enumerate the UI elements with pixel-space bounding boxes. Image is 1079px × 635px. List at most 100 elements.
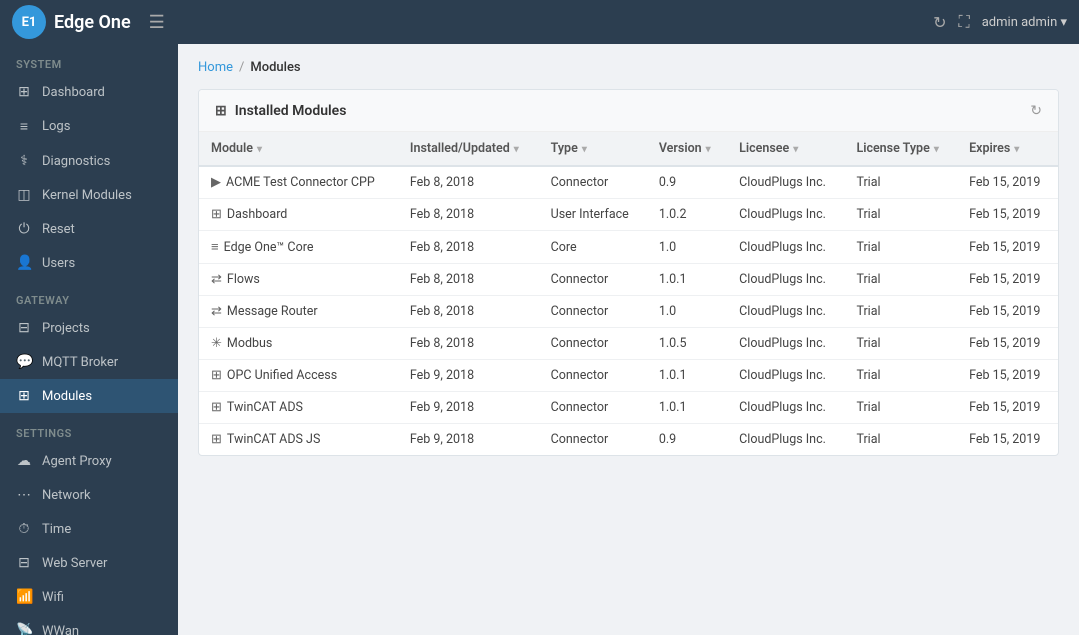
refresh-icon[interactable]: ↻ [933, 13, 946, 32]
cell-installed-7: Feb 9, 2018 [398, 392, 539, 424]
kernel-modules-icon: ◫ [16, 187, 32, 203]
cell-licensee-2: CloudPlugs Inc. [727, 231, 844, 264]
panel-title-icon: ⊞ [215, 103, 227, 119]
sidebar-item-dashboard[interactable]: ⊞ Dashboard [0, 75, 178, 109]
sidebar-label-web-server: Web Server [42, 556, 107, 571]
cell-type-2: Core [539, 231, 647, 264]
cell-type-0: Connector [539, 166, 647, 199]
modules-panel: ⊞ Installed Modules ↻ Module▾ Installed/… [198, 89, 1059, 456]
sidebar-item-wifi[interactable]: 📶 Wifi [0, 580, 178, 614]
sidebar-label-modules: Modules [42, 389, 92, 404]
cell-license-type-7: Trial [844, 392, 957, 424]
main-layout: SYSTEM ⊞ Dashboard ≡ Logs ⚕ Diagnostics … [0, 44, 1079, 635]
col-type[interactable]: Type▾ [539, 132, 647, 166]
cell-licensee-4: CloudPlugs Inc. [727, 296, 844, 328]
col-expires[interactable]: Expires▾ [957, 132, 1058, 166]
cell-version-7: 1.0.1 [647, 392, 727, 424]
cell-license-type-2: Trial [844, 231, 957, 264]
cell-expires-3: Feb 15, 2019 [957, 264, 1058, 296]
cell-installed-2: Feb 8, 2018 [398, 231, 539, 264]
cell-license-type-5: Trial [844, 328, 957, 360]
gateway-section-label: GATEWAY [0, 280, 178, 311]
panel-header: ⊞ Installed Modules ↻ [199, 90, 1058, 132]
sidebar-item-agent-proxy[interactable]: ☁ Agent Proxy [0, 444, 178, 478]
sidebar-label-projects: Projects [42, 321, 90, 336]
fullscreen-icon[interactable]: ⛶ [959, 12, 970, 32]
sidebar-item-diagnostics[interactable]: ⚕ Diagnostics [0, 144, 178, 178]
logs-icon: ≡ [16, 118, 32, 135]
logo: E1 Edge One [12, 5, 131, 39]
row-icon-0: ▶ [211, 175, 221, 190]
sidebar-item-projects[interactable]: ⊟ Projects [0, 311, 178, 345]
cell-module-3: ⇄Flows [199, 264, 398, 296]
sidebar-item-web-server[interactable]: ⊟ Web Server [0, 546, 178, 580]
sidebar-item-users[interactable]: 👤 Users [0, 246, 178, 280]
col-version[interactable]: Version▾ [647, 132, 727, 166]
cell-expires-7: Feb 15, 2019 [957, 392, 1058, 424]
cell-type-5: Connector [539, 328, 647, 360]
table-row: ⇄Flows Feb 8, 2018 Connector 1.0.1 Cloud… [199, 264, 1058, 296]
row-icon-5: ✳ [211, 336, 222, 351]
cell-type-3: Connector [539, 264, 647, 296]
modules-icon: ⊞ [16, 388, 32, 404]
cell-licensee-0: CloudPlugs Inc. [727, 166, 844, 199]
time-icon: ⏱ [16, 521, 32, 537]
sidebar-item-logs[interactable]: ≡ Logs [0, 109, 178, 144]
cell-module-2: ≡Edge One™ Core [199, 231, 398, 264]
sidebar-label-mqtt: MQTT Broker [42, 355, 118, 370]
breadcrumb-separator: / [239, 60, 244, 75]
breadcrumb-home[interactable]: Home [198, 60, 233, 75]
cell-version-3: 1.0.1 [647, 264, 727, 296]
sidebar-label-users: Users [42, 256, 75, 271]
cell-license-type-8: Trial [844, 424, 957, 456]
cell-license-type-0: Trial [844, 166, 957, 199]
topbar: E1 Edge One ☰ ↻ ⛶ admin admin ▾ [0, 0, 1079, 44]
sidebar-item-kernel-modules[interactable]: ◫ Kernel Modules [0, 178, 178, 212]
table-row: ⇄Message Router Feb 8, 2018 Connector 1.… [199, 296, 1058, 328]
admin-menu[interactable]: admin admin ▾ [982, 15, 1067, 30]
cell-expires-6: Feb 15, 2019 [957, 360, 1058, 392]
reset-icon: ⏻ [16, 221, 32, 237]
web-server-icon: ⊟ [16, 555, 32, 571]
cell-licensee-6: CloudPlugs Inc. [727, 360, 844, 392]
col-installed[interactable]: Installed/Updated▾ [398, 132, 539, 166]
cell-expires-4: Feb 15, 2019 [957, 296, 1058, 328]
cell-version-5: 1.0.5 [647, 328, 727, 360]
sort-type-icon: ▾ [582, 144, 587, 155]
panel-refresh-button[interactable]: ↻ [1030, 102, 1042, 119]
cell-module-7: ⊞TwinCAT ADS [199, 392, 398, 424]
sort-license-type-icon: ▾ [934, 144, 939, 155]
cell-module-6: ⊞OPC Unified Access [199, 360, 398, 392]
sidebar-item-modules[interactable]: ⊞ Modules [0, 379, 178, 413]
projects-icon: ⊟ [16, 320, 32, 336]
hamburger-button[interactable]: ☰ [141, 8, 173, 37]
col-module[interactable]: Module▾ [199, 132, 398, 166]
cell-expires-2: Feb 15, 2019 [957, 231, 1058, 264]
cell-expires-5: Feb 15, 2019 [957, 328, 1058, 360]
row-icon-1: ⊞ [211, 207, 222, 222]
cell-type-7: Connector [539, 392, 647, 424]
sidebar-label-diagnostics: Diagnostics [42, 154, 110, 169]
cell-version-1: 1.0.2 [647, 199, 727, 231]
sidebar-item-mqtt-broker[interactable]: 💬 MQTT Broker [0, 345, 178, 379]
sort-version-icon: ▾ [706, 144, 711, 155]
cell-installed-6: Feb 9, 2018 [398, 360, 539, 392]
sidebar-item-reset[interactable]: ⏻ Reset [0, 212, 178, 246]
wwan-icon: 📡 [16, 623, 32, 635]
col-license-type[interactable]: License Type▾ [844, 132, 957, 166]
sidebar-item-wwan[interactable]: 📡 WWan [0, 614, 178, 635]
cell-licensee-7: CloudPlugs Inc. [727, 392, 844, 424]
cell-type-6: Connector [539, 360, 647, 392]
sidebar-label-kernel-modules: Kernel Modules [42, 188, 132, 203]
col-licensee[interactable]: Licensee▾ [727, 132, 844, 166]
table-row: ▶ACME Test Connector CPP Feb 8, 2018 Con… [199, 166, 1058, 199]
sidebar-item-time[interactable]: ⏱ Time [0, 512, 178, 546]
sidebar-item-network[interactable]: ⋯ Network [0, 478, 178, 512]
sidebar-label-dashboard: Dashboard [42, 85, 105, 100]
cell-license-type-4: Trial [844, 296, 957, 328]
logo-icon: E1 [12, 5, 46, 39]
cell-version-4: 1.0 [647, 296, 727, 328]
cell-installed-8: Feb 9, 2018 [398, 424, 539, 456]
sidebar-label-wwan: WWan [42, 624, 79, 635]
topbar-left: E1 Edge One ☰ [12, 5, 173, 39]
